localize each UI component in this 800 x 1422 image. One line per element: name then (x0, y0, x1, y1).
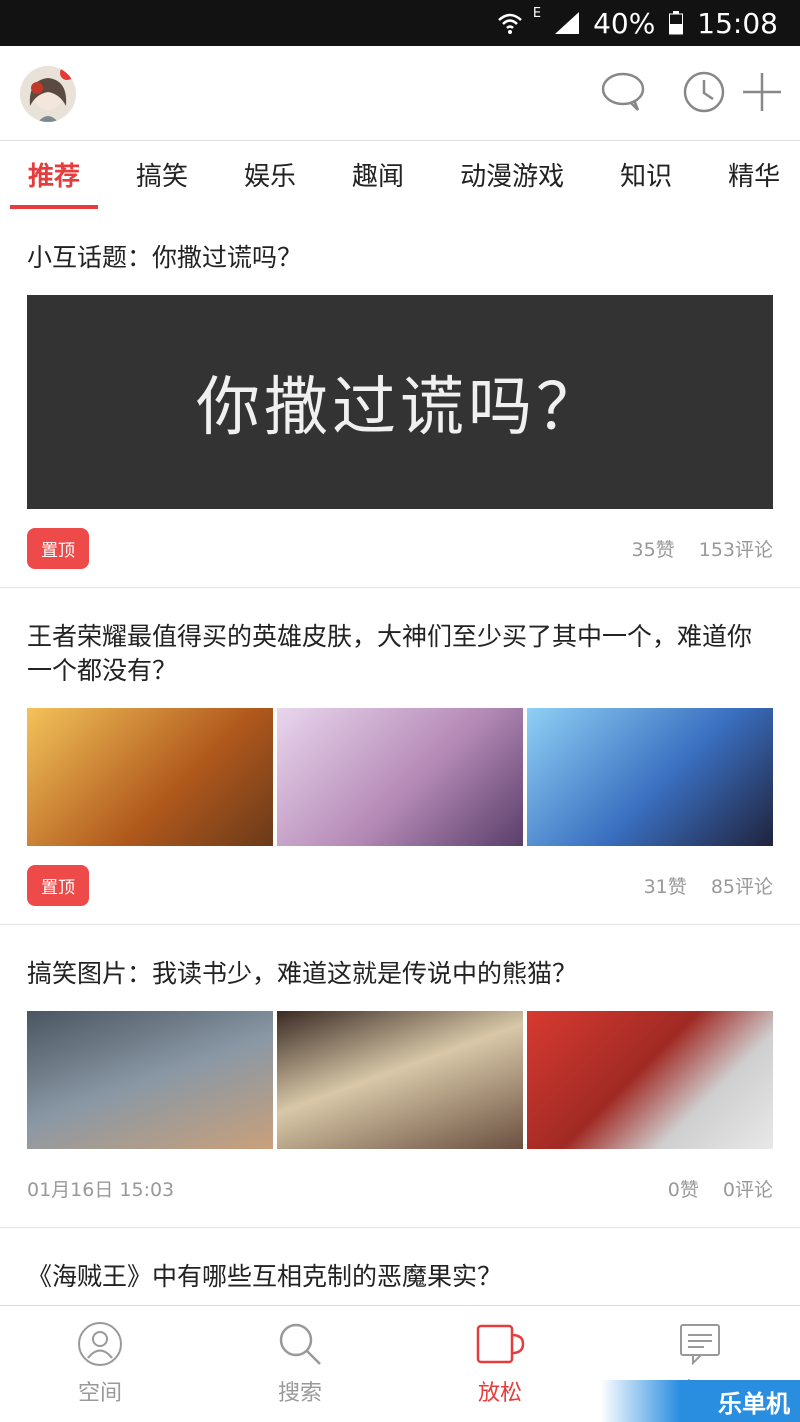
avatar[interactable] (20, 66, 76, 122)
post-image[interactable] (277, 708, 523, 846)
post-title: 王者荣耀最值得买的英雄皮肤，大神们至少买了其中一个，难道你一个都没有？ (27, 622, 753, 685)
clock-time: 15:08 (697, 6, 778, 40)
user-circle-icon (78, 1322, 122, 1366)
post-image-row (27, 1011, 773, 1149)
tab-recommend[interactable]: 推荐 (0, 141, 108, 209)
post-image-text: 你撒过谎吗？ (196, 371, 604, 445)
post-image[interactable] (277, 1011, 523, 1149)
list-item[interactable]: 小互话题：你撒过谎吗？ 你撒过谎吗？ 置顶 35赞 153评论 (0, 209, 800, 588)
nav-search-label: 搜索 (277, 1381, 322, 1406)
nav-search[interactable]: 搜索 (200, 1306, 400, 1422)
history-clock-icon[interactable] (682, 70, 726, 118)
tab-featured[interactable]: 精华 (700, 141, 800, 209)
nav-relax[interactable]: 放松 (400, 1306, 600, 1422)
post-date: 01月16日 15:03 (27, 1178, 175, 1201)
post-meta: 置顶 31赞 85评论 (27, 846, 773, 924)
category-tabs: 推荐 搞笑 娱乐 趣闻 动漫游戏 知识 精华 (0, 141, 800, 209)
post-meta: 置顶 35赞 153评论 (27, 509, 773, 587)
message-icon[interactable] (600, 70, 646, 118)
add-plus-icon[interactable] (740, 70, 784, 118)
post-image-row (27, 708, 773, 846)
tab-funny[interactable]: 搞笑 (108, 141, 216, 209)
likes-count: 35赞 (631, 538, 675, 561)
pinned-badge: 置顶 (27, 527, 89, 569)
comments-count: 0评论 (722, 1178, 773, 1201)
app-header (0, 46, 800, 141)
list-item[interactable]: 《海贼王》中有哪些互相克制的恶魔果实？ (0, 1228, 800, 1305)
comments-count: 85评论 (710, 875, 773, 898)
nav-relax-label: 放松 (477, 1381, 522, 1406)
post-image[interactable] (527, 708, 773, 846)
comments-count: 153评论 (698, 538, 773, 561)
tab-anime-games[interactable]: 动漫游戏 (432, 141, 592, 209)
post-image[interactable] (527, 1011, 773, 1149)
watermark: 乐单机 (600, 1380, 800, 1422)
status-bar: E 40% 15:08 (0, 0, 800, 46)
post-image[interactable] (27, 708, 273, 846)
search-icon (279, 1323, 321, 1365)
cup-icon (476, 1324, 525, 1364)
nav-space-label: 空间 (77, 1381, 122, 1406)
feed-list: 小互话题：你撒过谎吗？ 你撒过谎吗？ 置顶 35赞 153评论 王者荣耀最值得买… (0, 209, 800, 1305)
post-meta: 01月16日 15:03 0赞 0评论 (27, 1149, 773, 1227)
post-title: 《海贼王》中有哪些互相克制的恶魔果实？ (27, 1262, 503, 1291)
tab-knowledge[interactable]: 知识 (592, 141, 700, 209)
signal-icon (555, 12, 580, 34)
tab-interesting[interactable]: 趣闻 (324, 141, 432, 209)
likes-count: 31赞 (643, 875, 687, 898)
notification-dot (60, 66, 74, 80)
list-item[interactable]: 王者荣耀最值得买的英雄皮肤，大神们至少买了其中一个，难道你一个都没有？ 置顶 3… (0, 588, 800, 925)
list-item[interactable]: 搞笑图片：我读书少，难道这就是传说中的熊猫？ 01月16日 15:03 0赞 0… (0, 925, 800, 1228)
likes-count: 0赞 (667, 1178, 699, 1201)
post-title: 搞笑图片：我读书少，难道这就是传说中的熊猫？ (27, 959, 578, 988)
tab-entertainment[interactable]: 娱乐 (216, 141, 324, 209)
post-image[interactable]: 你撒过谎吗？ (27, 295, 773, 509)
post-title: 小互话题：你撒过谎吗？ (27, 243, 303, 272)
network-type: E (532, 5, 542, 21)
nav-space[interactable]: 空间 (0, 1306, 200, 1422)
wifi-icon (497, 11, 523, 35)
battery-icon (669, 11, 684, 35)
feedback-icon (680, 1324, 720, 1365)
post-image[interactable] (27, 1011, 273, 1149)
battery-percent: 40% (593, 6, 656, 40)
pinned-badge: 置顶 (27, 864, 89, 906)
